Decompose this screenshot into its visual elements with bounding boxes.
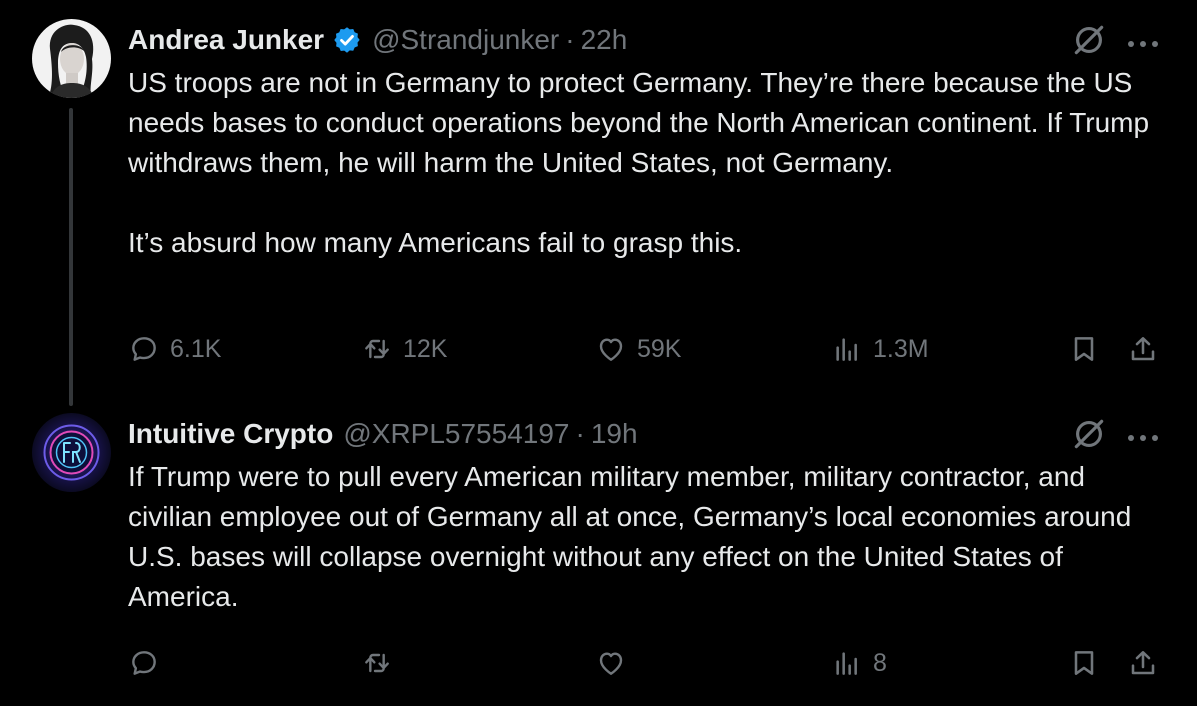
tweet-actions: 6.1K 12K 59K 1.3M bbox=[128, 327, 1168, 371]
views-count: 8 bbox=[873, 648, 887, 677]
tweet[interactable]: Andrea Junker @Strandjunker · 22h US tro… bbox=[0, 0, 1197, 406]
avatar[interactable] bbox=[32, 413, 111, 492]
grok-icon[interactable] bbox=[1070, 415, 1108, 453]
tweet-paragraph: If Trump were to pull every American mil… bbox=[128, 461, 1132, 612]
reply-button[interactable]: 6.1K bbox=[128, 327, 221, 371]
retweet-button[interactable]: 12K bbox=[361, 327, 447, 371]
tweet-timestamp[interactable]: 19h bbox=[591, 418, 638, 450]
retweet-icon bbox=[361, 647, 393, 679]
tweet-header: Intuitive Crypto @XRPL57554197 · 19h bbox=[128, 414, 638, 454]
more-icon[interactable] bbox=[1126, 430, 1160, 441]
reply-button[interactable] bbox=[128, 641, 160, 685]
retweet-button[interactable] bbox=[361, 641, 393, 685]
views-button[interactable]: 1.3M bbox=[831, 327, 929, 371]
author-name[interactable]: Andrea Junker bbox=[128, 24, 324, 56]
reply-count: 6.1K bbox=[170, 334, 222, 363]
tweet-text: US troops are not in Germany to protect … bbox=[128, 63, 1173, 263]
bookmark-icon bbox=[1068, 647, 1100, 679]
tweet-paragraph: It’s absurd how many Americans fail to g… bbox=[128, 227, 743, 258]
avatar[interactable] bbox=[32, 19, 111, 98]
tweet[interactable]: Intuitive Crypto @XRPL57554197 · 19h If … bbox=[0, 395, 1197, 706]
bookmark-icon bbox=[1068, 333, 1100, 365]
thread-connector-line bbox=[69, 108, 73, 406]
share-button[interactable] bbox=[1127, 641, 1159, 685]
more-icon[interactable] bbox=[1126, 36, 1160, 47]
header-separator: · bbox=[565, 24, 575, 55]
views-button[interactable]: 8 bbox=[831, 641, 887, 685]
retweet-icon bbox=[361, 333, 393, 365]
author-handle[interactable]: @Strandjunker bbox=[372, 24, 559, 56]
tweet-header: Andrea Junker @Strandjunker · 22h bbox=[128, 20, 627, 60]
views-count: 1.3M bbox=[873, 334, 929, 363]
views-icon bbox=[831, 647, 863, 679]
tweet-actions: 8 bbox=[128, 641, 1168, 685]
retweet-count: 12K bbox=[403, 334, 448, 363]
header-separator: · bbox=[575, 418, 585, 449]
like-count: 59K bbox=[637, 334, 682, 363]
author-name[interactable]: Intuitive Crypto bbox=[128, 418, 333, 450]
bookmark-button[interactable] bbox=[1068, 327, 1100, 371]
author-handle[interactable]: @XRPL57554197 bbox=[343, 418, 569, 450]
like-button[interactable] bbox=[595, 641, 627, 685]
tweet-text: If Trump were to pull every American mil… bbox=[128, 457, 1173, 617]
share-icon bbox=[1127, 647, 1159, 679]
share-icon bbox=[1127, 333, 1159, 365]
tweet-timestamp[interactable]: 22h bbox=[581, 24, 628, 56]
views-icon bbox=[831, 333, 863, 365]
like-icon bbox=[595, 647, 627, 679]
reply-icon bbox=[128, 647, 160, 679]
grok-icon[interactable] bbox=[1070, 21, 1108, 59]
like-icon bbox=[595, 333, 627, 365]
like-button[interactable]: 59K bbox=[595, 327, 681, 371]
share-button[interactable] bbox=[1127, 327, 1159, 371]
reply-icon bbox=[128, 333, 160, 365]
bookmark-button[interactable] bbox=[1068, 641, 1100, 685]
tweet-paragraph: US troops are not in Germany to protect … bbox=[128, 67, 1150, 178]
verified-badge-icon bbox=[332, 25, 362, 55]
